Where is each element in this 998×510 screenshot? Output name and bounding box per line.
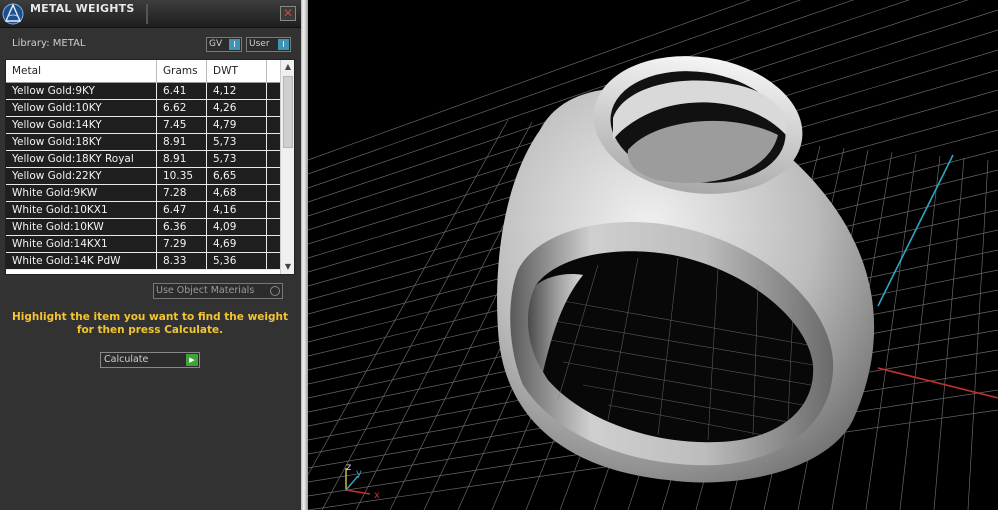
cell-metal: Yellow Gold:18KY [6, 134, 157, 150]
table-scrollbar[interactable]: ▲ ▼ [280, 60, 294, 274]
table-header: Metal Grams DWT [6, 60, 280, 83]
gizmo-z-label: z [346, 462, 351, 473]
cell-grams: 6.47 [157, 202, 207, 218]
gizmo-x-label: x [374, 490, 380, 501]
cell-grams: 7.29 [157, 236, 207, 252]
close-button[interactable]: ✕ [280, 6, 296, 21]
cell-dwt: 4,79 [207, 117, 267, 133]
gv-toggle-knob: I [229, 39, 240, 50]
scrollbar-thumb[interactable] [283, 76, 293, 148]
metal-table: Metal Grams DWT Yellow Gold:9KY 6.41 4,12 Y… [5, 59, 295, 275]
table-body: Yellow Gold:9KY 6.41 4,12 Yellow Gold:10KY 6… [6, 83, 280, 270]
cell-grams: 8.91 [157, 151, 207, 167]
panel-splitter[interactable] [301, 0, 308, 510]
user-toggle[interactable]: User I [246, 37, 291, 52]
cell-dwt: 5,73 [207, 151, 267, 167]
use-object-materials-label: Use Object Materials [156, 285, 255, 296]
cell-metal: Yellow Gold:22KY [6, 168, 157, 184]
cell-dwt: 5,73 [207, 134, 267, 150]
table-row[interactable]: Yellow Gold:18KY Royal 8.91 5,73 [6, 151, 280, 168]
scroll-down-arrow-icon[interactable]: ▼ [281, 260, 294, 274]
use-object-materials-toggle[interactable]: Use Object Materials [153, 283, 283, 299]
table-row[interactable]: Yellow Gold:10KY 6.62 4,26 [6, 100, 280, 117]
calculate-label: Calculate [104, 354, 149, 365]
metal-weights-panel: METAL WEIGHTS ✕ Library: METAL GV I User… [0, 0, 301, 510]
scroll-up-arrow-icon[interactable]: ▲ [281, 60, 294, 74]
table-row[interactable]: White Gold:9KW 7.28 4,68 [6, 185, 280, 202]
cell-metal: White Gold:10KX1 [6, 202, 157, 218]
panel-titlebar[interactable]: METAL WEIGHTS ✕ [0, 0, 301, 28]
calculate-button[interactable]: Calculate ▶ [100, 352, 200, 368]
instruction-hint: Highlight the item you want to find the … [12, 311, 288, 336]
user-toggle-knob: I [278, 39, 289, 50]
cell-metal: Yellow Gold:18KY Royal [6, 151, 157, 167]
3d-viewport[interactable]: z y x [308, 0, 998, 510]
cell-metal: Yellow Gold:9KY [6, 83, 157, 99]
cell-dwt: 4,09 [207, 219, 267, 235]
radio-icon [270, 286, 280, 296]
cell-grams: 6.62 [157, 100, 207, 116]
column-header-metal[interactable]: Metal [6, 60, 157, 83]
cell-metal: White Gold:14K PdW [6, 253, 157, 269]
library-label: Library: METAL [12, 38, 86, 49]
table-row[interactable]: White Gold:14KX1 7.29 4,69 [6, 236, 280, 253]
cell-metal: White Gold:10KW [6, 219, 157, 235]
gizmo-y-label: y [356, 468, 362, 479]
y-axis-line [877, 154, 954, 307]
cell-grams: 7.28 [157, 185, 207, 201]
user-toggle-label: User [249, 39, 270, 49]
cell-grams: 10.35 [157, 168, 207, 184]
table-row[interactable]: Yellow Gold:22KY 10.35 6,65 [6, 168, 280, 185]
cell-dwt: 4,16 [207, 202, 267, 218]
cell-dwt: 4,12 [207, 83, 267, 99]
viewport-canvas: z y x [308, 0, 998, 510]
table-row[interactable]: Yellow Gold:9KY 6.41 4,12 [6, 83, 280, 100]
cell-grams: 8.33 [157, 253, 207, 269]
title-divider [146, 4, 148, 24]
play-arrow-icon: ▶ [186, 354, 198, 366]
table-row[interactable]: White Gold:10KW 6.36 4,09 [6, 219, 280, 236]
axis-gizmo: z y x [345, 462, 380, 501]
cell-metal: White Gold:14KX1 [6, 236, 157, 252]
column-header-grams[interactable]: Grams [157, 60, 207, 83]
app-logo-icon [2, 3, 24, 25]
cell-metal: Yellow Gold:10KY [6, 100, 157, 116]
column-header-dwt[interactable]: DWT [207, 60, 267, 83]
cell-dwt: 6,65 [207, 168, 267, 184]
cell-dwt: 4,26 [207, 100, 267, 116]
gv-toggle[interactable]: GV I [206, 37, 242, 52]
table-row[interactable]: Yellow Gold:18KY 8.91 5,73 [6, 134, 280, 151]
cell-grams: 6.41 [157, 83, 207, 99]
cell-dwt: 4,69 [207, 236, 267, 252]
cell-grams: 7.45 [157, 117, 207, 133]
cell-metal: Yellow Gold:14KY [6, 117, 157, 133]
cell-grams: 6.36 [157, 219, 207, 235]
cell-dwt: 5,36 [207, 253, 267, 269]
x-axis-line [877, 367, 998, 399]
cell-metal: White Gold:9KW [6, 185, 157, 201]
table-row[interactable]: White Gold:14K PdW 8.33 5,36 [6, 253, 280, 270]
cell-dwt: 4,68 [207, 185, 267, 201]
table-row[interactable]: White Gold:10KX1 6.47 4,16 [6, 202, 280, 219]
panel-title: METAL WEIGHTS [30, 2, 135, 15]
table-row[interactable]: Yellow Gold:14KY 7.45 4,79 [6, 117, 280, 134]
gv-toggle-label: GV [209, 39, 223, 49]
cell-grams: 8.91 [157, 134, 207, 150]
